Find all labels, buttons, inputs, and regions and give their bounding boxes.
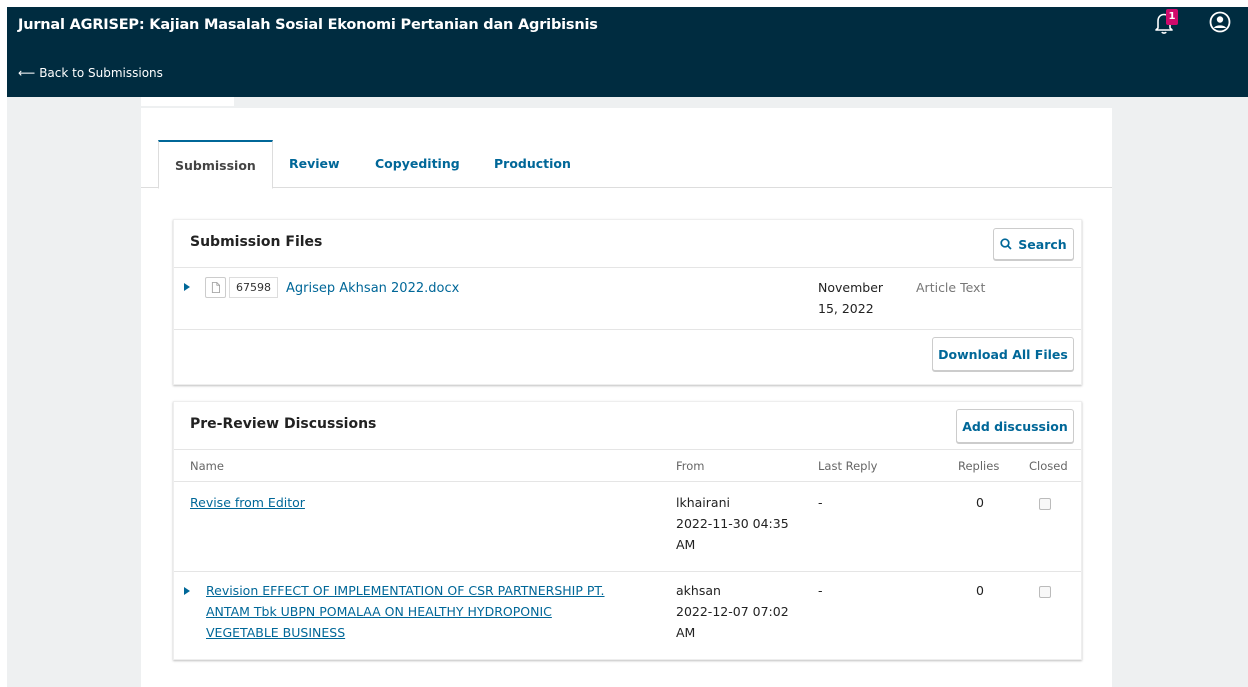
discussion-from: akhsan 2022-12-07 07:02 AM xyxy=(676,583,789,640)
discussion-replies: 0 xyxy=(976,583,984,598)
discussion-link[interactable]: Revise from Editor xyxy=(190,495,305,510)
workflow-tabs: Submission Review Copyediting Production xyxy=(141,140,1112,189)
workflow-content: Submission Review Copyediting Production… xyxy=(141,108,1112,687)
site-title[interactable]: Jurnal AGRISEP: Kajian Masalah Sosial Ek… xyxy=(18,17,598,33)
tab-review[interactable]: Review xyxy=(289,140,340,188)
download-all-files-button[interactable]: Download All Files xyxy=(932,337,1074,371)
col-from: From xyxy=(676,459,705,473)
arrow-left-icon: ⟵ xyxy=(18,66,36,80)
back-to-submissions-link[interactable]: ⟵ Back to Submissions xyxy=(18,66,163,80)
tab-copyediting[interactable]: Copyediting xyxy=(375,140,460,188)
col-last-reply: Last Reply xyxy=(818,459,878,473)
discussion-replies: 0 xyxy=(976,495,984,510)
expand-caret-icon[interactable] xyxy=(184,283,190,291)
col-closed: Closed xyxy=(1029,459,1068,473)
file-date: November 15, 2022 xyxy=(818,280,884,316)
file-type: Article Text xyxy=(916,280,986,295)
notification-badge: 1 xyxy=(1166,9,1178,25)
back-label: Back to Submissions xyxy=(39,66,163,80)
discussion-from: lkhairani 2022-11-30 04:35 AM xyxy=(676,495,789,552)
search-icon xyxy=(1000,238,1012,250)
discussions-title: Pre-Review Discussions xyxy=(190,416,377,432)
tab-submission[interactable]: Submission xyxy=(158,140,273,189)
file-id: 67598 xyxy=(229,277,278,298)
divider xyxy=(174,571,1081,572)
top-header: Jurnal AGRISEP: Kajian Masalah Sosial Ek… xyxy=(7,7,1248,97)
divider xyxy=(174,267,1081,268)
tab-production[interactable]: Production xyxy=(494,140,571,188)
divider xyxy=(174,449,1081,450)
pre-review-discussions-panel: Pre-Review Discussions Add discussion Na… xyxy=(173,401,1082,660)
expand-caret-icon[interactable] xyxy=(184,587,190,595)
search-button[interactable]: Search xyxy=(993,228,1074,260)
submission-files-panel: Submission Files Search 67598 Agrisep Ak… xyxy=(173,219,1082,385)
document-icon xyxy=(205,277,226,298)
col-name: Name xyxy=(190,459,224,473)
discussion-last-reply: - xyxy=(818,583,823,598)
search-label: Search xyxy=(1018,236,1067,252)
discussion-last-reply: - xyxy=(818,495,823,510)
closed-checkbox xyxy=(1039,586,1051,598)
tab-stub xyxy=(141,97,234,106)
add-discussion-button[interactable]: Add discussion xyxy=(956,409,1074,443)
divider xyxy=(174,481,1081,482)
file-name-link[interactable]: Agrisep Akhsan 2022.docx xyxy=(286,281,459,296)
closed-checkbox xyxy=(1039,498,1051,510)
col-replies: Replies xyxy=(958,459,1000,473)
submission-files-title: Submission Files xyxy=(190,234,323,250)
divider xyxy=(174,329,1081,330)
discussion-link[interactable]: Revision EFFECT OF IMPLEMENTATION OF CSR… xyxy=(206,580,605,643)
user-circle-icon[interactable] xyxy=(1209,11,1231,33)
